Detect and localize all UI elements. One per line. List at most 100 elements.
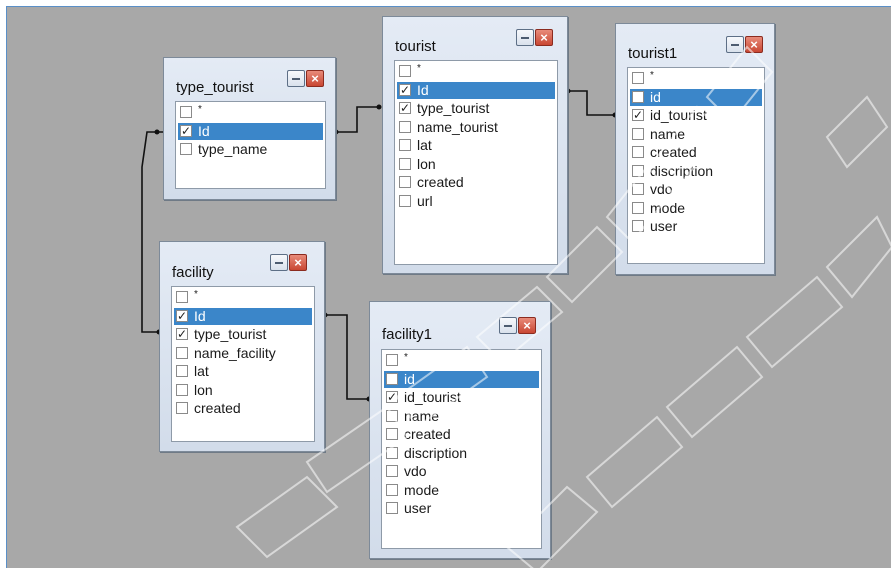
- column-row[interactable]: *: [174, 289, 312, 306]
- checkbox-icon[interactable]: [632, 127, 644, 140]
- column-row[interactable]: lon: [397, 156, 555, 173]
- column-row[interactable]: ✓ id_tourist: [384, 389, 539, 406]
- column-label: *: [404, 352, 408, 363]
- column-row[interactable]: *: [630, 70, 762, 87]
- column-row[interactable]: name_facility: [174, 345, 312, 362]
- checkbox-icon[interactable]: [176, 346, 188, 359]
- table-window-facility[interactable]: facility × * ✓ Id ✓ type_tourist name_facilit…: [159, 241, 325, 452]
- relationship-line: [325, 314, 369, 400]
- column-row[interactable]: ✓ Id: [397, 81, 555, 99]
- minimize-button[interactable]: [270, 254, 288, 271]
- close-button[interactable]: ×: [306, 70, 324, 87]
- checkbox-icon[interactable]: [386, 428, 398, 440]
- checkbox-icon[interactable]: ✓: [632, 109, 644, 121]
- close-button[interactable]: ×: [745, 36, 763, 53]
- minimize-button[interactable]: [726, 36, 744, 53]
- column-row[interactable]: id: [630, 88, 762, 106]
- column-row[interactable]: url: [397, 193, 555, 210]
- checkbox-icon[interactable]: [399, 157, 411, 170]
- column-row[interactable]: created: [384, 426, 539, 443]
- checkbox-icon[interactable]: [632, 72, 644, 84]
- column-row[interactable]: *: [384, 352, 539, 369]
- table-window-tourist1[interactable]: tourist1 × * id ✓ id_tourist name created disc…: [615, 23, 775, 275]
- column-row[interactable]: ✓ Id: [178, 122, 323, 140]
- checkbox-icon[interactable]: [180, 143, 192, 155]
- column-label: type_tourist: [194, 326, 267, 342]
- checkbox-icon[interactable]: [399, 65, 411, 77]
- checkbox-icon[interactable]: [399, 139, 411, 151]
- table-window-tourist[interactable]: tourist × * ✓ Id ✓ type_tourist name_tourist l…: [382, 16, 568, 274]
- checkbox-icon[interactable]: [632, 90, 644, 103]
- column-row[interactable]: mode: [384, 482, 539, 499]
- column-list[interactable]: * id ✓ id_touristname created discription vdo m…: [381, 349, 542, 549]
- column-row[interactable]: discription: [630, 163, 762, 180]
- column-row[interactable]: created: [630, 144, 762, 161]
- column-row[interactable]: lon: [174, 382, 312, 399]
- checkbox-icon[interactable]: [632, 220, 644, 232]
- checkbox-icon[interactable]: [176, 383, 188, 396]
- checkbox-icon[interactable]: [386, 483, 398, 496]
- checkbox-icon[interactable]: ✓: [399, 83, 411, 96]
- column-row[interactable]: vdo: [630, 181, 762, 198]
- column-row[interactable]: name_tourist: [397, 119, 555, 136]
- checkbox-icon[interactable]: [386, 446, 398, 459]
- column-list[interactable]: * ✓ Id ✓ type_tourist name_tourist lat lon creat…: [394, 60, 558, 265]
- checkbox-icon[interactable]: [386, 372, 398, 385]
- checkbox-icon[interactable]: [399, 176, 411, 188]
- checkbox-icon[interactable]: [632, 164, 644, 177]
- column-list[interactable]: * ✓ Id type_name: [175, 101, 326, 189]
- checkbox-icon[interactable]: [399, 120, 411, 133]
- checkbox-icon[interactable]: [632, 183, 644, 195]
- minimize-button[interactable]: [516, 29, 534, 46]
- column-row[interactable]: created: [174, 400, 312, 417]
- column-row[interactable]: *: [397, 63, 555, 80]
- column-row[interactable]: ✓ type_tourist: [174, 326, 312, 343]
- column-row[interactable]: user: [630, 218, 762, 235]
- column-list[interactable]: * ✓ Id ✓ type_tourist name_facility lat lon crea…: [171, 286, 315, 442]
- column-row[interactable]: vdo: [384, 463, 539, 480]
- column-row[interactable]: id: [384, 370, 539, 388]
- close-button[interactable]: ×: [518, 317, 536, 334]
- checkbox-icon[interactable]: [180, 106, 192, 118]
- column-row[interactable]: created: [397, 174, 555, 191]
- table-window-type-tourist[interactable]: type_tourist × * ✓ Id type_name: [163, 57, 336, 200]
- column-label: id_tourist: [650, 107, 707, 123]
- checkbox-icon[interactable]: [386, 409, 398, 422]
- column-label: type_tourist: [417, 100, 490, 116]
- checkbox-icon[interactable]: [399, 194, 411, 207]
- checkbox-icon[interactable]: [176, 402, 188, 414]
- checkbox-icon[interactable]: ✓: [176, 309, 188, 322]
- table-title: facility: [172, 264, 214, 281]
- column-row[interactable]: mode: [630, 200, 762, 217]
- column-row[interactable]: type_name: [178, 141, 323, 158]
- minimize-button[interactable]: [499, 317, 517, 334]
- column-row[interactable]: name: [384, 408, 539, 425]
- checkbox-icon[interactable]: ✓: [180, 124, 192, 137]
- column-row[interactable]: lat: [174, 363, 312, 380]
- column-row[interactable]: user: [384, 500, 539, 517]
- checkbox-icon[interactable]: ✓: [176, 328, 188, 340]
- column-row[interactable]: ✓ id_tourist: [630, 107, 762, 124]
- checkbox-icon[interactable]: ✓: [386, 391, 398, 403]
- checkbox-icon[interactable]: [632, 146, 644, 158]
- column-row[interactable]: ✓ type_tourist: [397, 100, 555, 117]
- minimize-button[interactable]: [287, 70, 305, 87]
- column-row[interactable]: discription: [384, 445, 539, 462]
- column-row[interactable]: ✓ Id: [174, 307, 312, 325]
- table-window-facility1[interactable]: facility1 × * id ✓ id_tourist name created dis…: [369, 301, 551, 559]
- checkbox-icon[interactable]: [386, 502, 398, 514]
- checkbox-icon[interactable]: [386, 465, 398, 477]
- close-button[interactable]: ×: [535, 29, 553, 46]
- column-label: mode: [650, 199, 686, 216]
- diagram-canvas[interactable]: type_tourist × * ✓ Id type_name tourist × *…: [6, 6, 891, 569]
- checkbox-icon[interactable]: [386, 354, 398, 366]
- checkbox-icon[interactable]: ✓: [399, 102, 411, 114]
- column-row[interactable]: name: [630, 126, 762, 143]
- checkbox-icon[interactable]: [632, 201, 644, 214]
- close-button[interactable]: ×: [289, 254, 307, 271]
- column-row[interactable]: *: [178, 104, 323, 121]
- column-list[interactable]: * id ✓ id_touristname created discription vdo m…: [627, 67, 765, 264]
- checkbox-icon[interactable]: [176, 291, 188, 303]
- column-row[interactable]: lat: [397, 137, 555, 154]
- checkbox-icon[interactable]: [176, 365, 188, 377]
